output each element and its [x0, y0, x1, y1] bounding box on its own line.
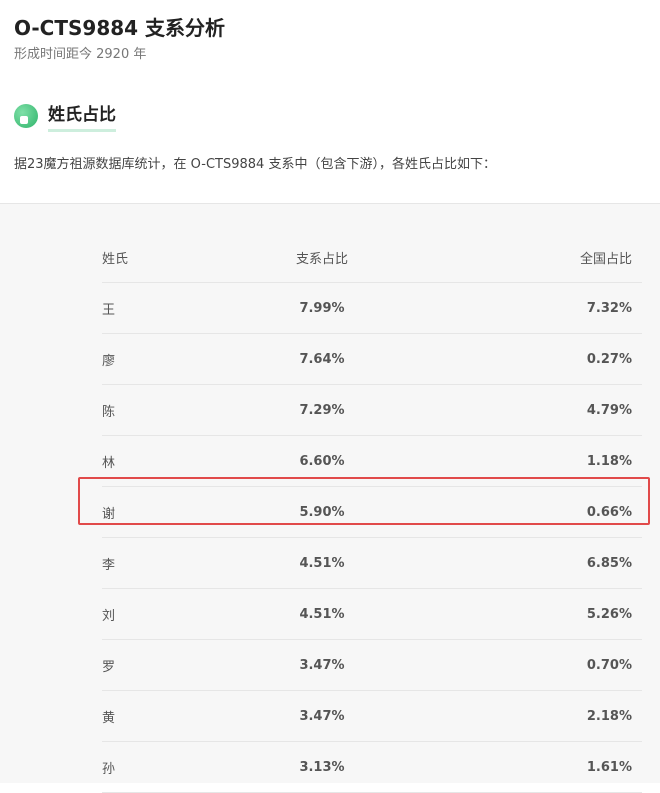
table-row: 王 7.99% 7.32%: [102, 282, 642, 334]
surname-cell: 王: [102, 282, 242, 334]
page-subtitle: 形成时间距今 2920 年: [14, 47, 147, 62]
table-header-row: 姓氏 支系占比 全国占比: [102, 232, 642, 283]
chart-icon: [14, 104, 38, 128]
national-share-cell: 0.66%: [402, 486, 642, 538]
national-share-cell: 5.26%: [402, 588, 642, 640]
surname-cell: 孙: [102, 741, 242, 793]
surname-cell: 廖: [102, 333, 242, 385]
national-share-cell: 6.85%: [402, 537, 642, 589]
branch-share-cell: 7.29%: [242, 384, 402, 436]
national-share-cell: 7.32%: [402, 282, 642, 334]
table-row: 刘 4.51% 5.26%: [102, 588, 642, 640]
branch-share-cell: 7.99%: [242, 282, 402, 334]
surname-cell: 陈: [102, 384, 242, 436]
surname-cell: 罗: [102, 639, 242, 691]
national-share-cell: 4.79%: [402, 384, 642, 436]
branch-share-cell: 4.51%: [242, 588, 402, 640]
national-share-cell: 0.27%: [402, 333, 642, 385]
column-header-national: 全国占比: [402, 232, 642, 283]
table-row: 罗 3.47% 0.70%: [102, 639, 642, 691]
column-header-surname: 姓氏: [102, 232, 242, 283]
surname-cell: 黄: [102, 690, 242, 742]
table-row: 陈 7.29% 4.79%: [102, 384, 642, 436]
surname-table: 姓氏 支系占比 全国占比 王 7.99% 7.32% 廖 7.64% 0.27%…: [102, 232, 642, 793]
national-share-cell: 2.18%: [402, 690, 642, 742]
column-header-branch: 支系占比: [242, 232, 402, 283]
branch-share-cell: 7.64%: [242, 333, 402, 385]
page-title: O-CTS9884 支系分析: [14, 16, 226, 40]
table-row: 李 4.51% 6.85%: [102, 537, 642, 589]
table-row: 黄 3.47% 2.18%: [102, 690, 642, 742]
page-header: O-CTS9884 支系分析 形成时间距今 2920 年: [0, 0, 660, 64]
surname-cell: 刘: [102, 588, 242, 640]
table-row: 林 6.60% 1.18%: [102, 435, 642, 487]
surname-cell: 谢: [102, 486, 242, 538]
branch-share-cell: 6.60%: [242, 435, 402, 487]
section-header: 姓氏占比: [14, 100, 646, 132]
surname-cell: 李: [102, 537, 242, 589]
table-row-highlighted: 谢 5.90% 0.66%: [102, 486, 642, 538]
surname-table-panel: 姓氏 支系占比 全国占比 王 7.99% 7.32% 廖 7.64% 0.27%…: [0, 203, 660, 793]
branch-share-cell: 4.51%: [242, 537, 402, 589]
table-row: 廖 7.64% 0.27%: [102, 333, 642, 385]
branch-share-cell: 5.90%: [242, 486, 402, 538]
section-title: 姓氏占比: [48, 100, 116, 132]
branch-share-cell: 3.13%: [242, 741, 402, 793]
surname-cell: 林: [102, 435, 242, 487]
branch-share-cell: 3.47%: [242, 690, 402, 742]
national-share-cell: 0.70%: [402, 639, 642, 691]
section-description: 据23魔方祖源数据库统计，在 O-CTS9884 支系中（包含下游），各姓氏占比…: [14, 157, 496, 172]
branch-share-cell: 3.47%: [242, 639, 402, 691]
table-row: 孙 3.13% 1.61%: [102, 741, 642, 793]
national-share-cell: 1.18%: [402, 435, 642, 487]
national-share-cell: 1.61%: [402, 741, 642, 793]
